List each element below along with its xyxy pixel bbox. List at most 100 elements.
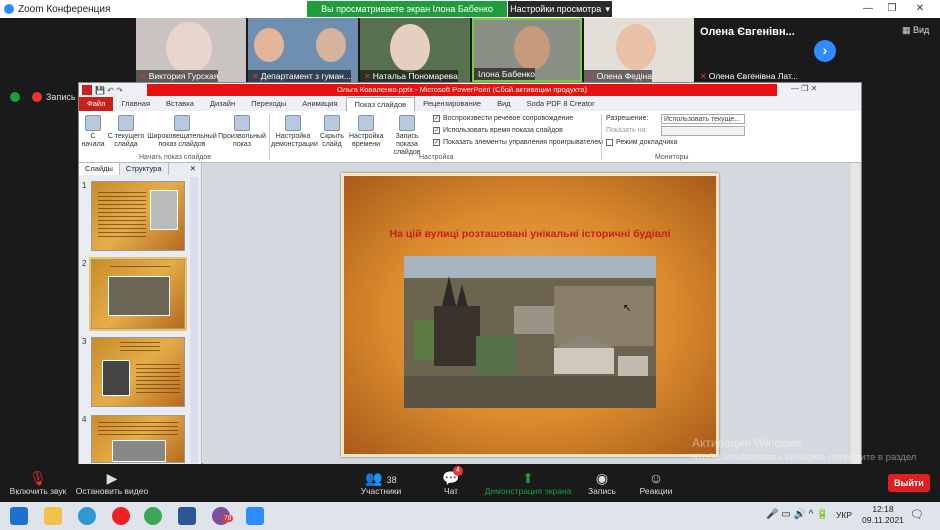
word-icon[interactable] (178, 507, 196, 525)
viber-badge: 78 (222, 515, 234, 522)
group-label: Настройка (419, 154, 454, 161)
view-options-button[interactable]: Настройки просмотра ▾ (508, 1, 612, 17)
tab-view[interactable]: Вид (489, 97, 519, 111)
timing-checkbox[interactable]: ✓ Использовать время показа слайдов (433, 127, 563, 134)
leave-button[interactable]: Выйти (888, 474, 930, 492)
participant-tile[interactable]: ✕ Департамент з гуман... (248, 18, 358, 82)
narration-checkbox[interactable]: ✓ Воспроизвести речевое сопровождение (433, 115, 573, 122)
tab-outline[interactable]: Структура (120, 163, 169, 175)
tab-slideshow[interactable]: Показ слайдов (345, 97, 416, 111)
language-indicator[interactable]: УКР (836, 510, 852, 520)
current-slide[interactable]: На цій вулиці розташовані унікальні істо… (341, 173, 719, 457)
slide-thumbnail[interactable] (91, 415, 185, 463)
from-current-button[interactable]: С текущего слайда (107, 115, 145, 149)
shield-icon[interactable] (10, 92, 20, 102)
restore-icon[interactable]: ❐ (884, 2, 900, 16)
record-button[interactable]: ◉ Запись (584, 470, 620, 496)
share-screen-button[interactable]: ⬆ Демонстрация экрана (480, 470, 576, 496)
controls-label: Показать элементы управления проигрывате… (443, 139, 603, 146)
participants-button[interactable]: 👥 38 Участники (356, 470, 406, 496)
mic-muted-icon: ✕ (364, 71, 371, 81)
show-on-dropdown[interactable] (661, 126, 745, 136)
view-button[interactable]: ▦ Вид (902, 25, 929, 36)
share-screen-icon: ⬆ (522, 470, 534, 486)
participant-tile[interactable]: ✕ Виктория Гурская (136, 18, 246, 82)
record-icon[interactable] (32, 92, 42, 102)
tab-design[interactable]: Дизайн (202, 97, 243, 111)
slide-thumbnail[interactable] (91, 181, 185, 251)
editor-scrollbar[interactable] (851, 163, 860, 465)
custom-show-icon (234, 115, 250, 131)
aerial-photo-image (404, 256, 656, 408)
tab-transitions[interactable]: Переходы (243, 97, 294, 111)
slide-number: 2 (82, 259, 87, 268)
edge-icon[interactable] (78, 507, 96, 525)
panel-tabs: Слайды Структура ✕ (79, 163, 202, 175)
view-button-label: Вид (913, 25, 930, 35)
tray-icons[interactable]: 🎤 ▭ 🔊 ^ 🔋 (766, 509, 829, 520)
clock[interactable]: 12:18 09.11.2021 (862, 504, 904, 526)
from-start-button[interactable]: С начала (81, 115, 105, 149)
ribbon: С начала С текущего слайда Широковещател… (79, 111, 861, 163)
chevron-down-icon: ▾ (605, 3, 610, 14)
slide-thumbnail[interactable] (91, 337, 185, 407)
tab-soda-pdf[interactable]: Soda PDF 8 Creator (519, 97, 603, 111)
quick-access-icons[interactable]: 💾 ↶ ↷ (95, 86, 123, 95)
zoom-taskbar-icon[interactable] (246, 507, 264, 525)
participant-display-name: Олена Євгенівн... (700, 26, 795, 38)
resolution-dropdown[interactable]: Использовать текуще... (661, 114, 745, 124)
participant-tile[interactable]: Ілона Бабенко (472, 18, 582, 82)
ribbon-tabs: Файл Главная Вставка Дизайн Переходы Ани… (79, 97, 861, 111)
tab-insert[interactable]: Вставка (158, 97, 202, 111)
slideshow-start-icon (85, 115, 101, 131)
tab-animation[interactable]: Анимация (294, 97, 345, 111)
broadcast-label: Широковещательный показ слайдов (147, 133, 217, 148)
ppt-window-controls[interactable]: — ❐ ✕ (791, 84, 817, 93)
close-icon[interactable]: ✕ (912, 2, 928, 16)
slide-title: На цій вулиці розташовані унікальні істо… (389, 228, 671, 240)
rehearse-label: Настройка времени (349, 133, 384, 148)
broadcast-button[interactable]: Широковещательный показ слайдов (147, 115, 217, 149)
controls-checkbox[interactable]: ✓ Показать элементы управления проигрыват… (433, 139, 603, 146)
opera-icon[interactable] (112, 507, 130, 525)
tab-review[interactable]: Рецензирование (415, 97, 489, 111)
divider (601, 114, 602, 160)
record-icon: ◉ (595, 470, 609, 486)
mic-muted-icon: ✕ (252, 71, 259, 81)
tab-file[interactable]: Файл (79, 97, 114, 111)
rehearse-button[interactable]: Настройка времени (349, 115, 383, 149)
unmute-button[interactable]: 🎙 Включить звук (6, 470, 70, 496)
setup-button[interactable]: Настройка демонстрации (271, 115, 318, 149)
minimize-icon[interactable]: — (860, 2, 876, 16)
slide-number: 1 (82, 181, 87, 190)
clock-date: 09.11.2021 (862, 515, 904, 525)
file-explorer-icon[interactable] (44, 507, 62, 525)
window-title: Zoom Конференция (18, 3, 111, 15)
reactions-button[interactable]: ☺ Реакции (636, 470, 676, 496)
chat-badge: 4 (453, 466, 463, 476)
slides-panel: Слайды Структура ✕ 1 2 3 4 (79, 163, 202, 465)
participant-tile[interactable]: ✕ Олена Федіна (584, 18, 694, 82)
panel-scrollbar[interactable] (190, 177, 198, 463)
presenter-view-checkbox[interactable]: Режим докладчика (606, 139, 677, 146)
chat-label: Чат (443, 486, 459, 496)
close-panel-icon[interactable]: ✕ (184, 163, 202, 175)
slide-thumbnail-selected[interactable] (89, 257, 187, 331)
record-show-button[interactable]: Запись показа слайдов (384, 115, 430, 157)
stop-video-button[interactable]: ▶ Остановить видео (72, 470, 152, 496)
tab-home[interactable]: Главная (113, 97, 158, 111)
chrome-icon[interactable] (144, 507, 162, 525)
reactions-label: Реакции (639, 486, 673, 496)
notification-icon[interactable]: 🗨 (910, 508, 924, 521)
tab-slides[interactable]: Слайды (79, 163, 120, 175)
checkbox-unchecked-icon (606, 139, 613, 146)
participants-label: Участники (360, 486, 402, 496)
participant-tile[interactable]: ✕ Натальа Пономарева (360, 18, 470, 82)
windows-start-icon[interactable] (10, 507, 28, 525)
next-page-arrow-icon[interactable]: › (814, 40, 836, 62)
custom-show-button[interactable]: Произвольный показ (217, 115, 267, 149)
zoom-logo-icon (4, 4, 14, 14)
aerial-photo[interactable] (404, 256, 656, 408)
hide-slide-button[interactable]: Скрыть слайд (319, 115, 345, 149)
activation-title: Активация Windows (692, 436, 803, 450)
